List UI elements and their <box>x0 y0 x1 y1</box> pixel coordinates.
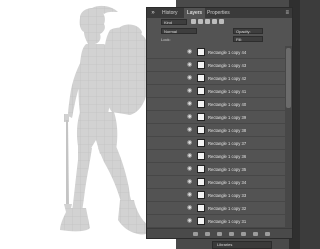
layer-name: Rectangle 1 copy 38 <box>208 128 247 133</box>
layer-row[interactable]: ◉ Rectangle 1 copy 44 <box>147 46 285 59</box>
layer-row[interactable]: ◉ Rectangle 1 copy 39 <box>147 111 285 124</box>
layer-thumbnail <box>197 204 205 212</box>
layer-name: Rectangle 1 copy 44 <box>208 50 247 55</box>
layer-thumbnail <box>197 87 205 95</box>
layer-thumbnail <box>197 139 205 147</box>
layer-name: Rectangle 1 copy 39 <box>208 115 247 120</box>
image-filter-icon[interactable] <box>191 19 196 24</box>
layer-row[interactable]: ◉ Rectangle 1 copy 42 <box>147 72 285 85</box>
type-filter-icon[interactable] <box>205 19 210 24</box>
add-mask-icon[interactable] <box>217 232 222 236</box>
filter-kind-select[interactable]: Kind <box>161 19 187 25</box>
layer-name: Rectangle 1 copy 34 <box>208 180 247 185</box>
new-layer-icon[interactable] <box>253 232 258 236</box>
eye-icon[interactable]: ◉ <box>187 114 193 120</box>
layers-list: ◉ Rectangle 1 copy 44 ◉ Rectangle 1 copy 4… <box>147 46 285 228</box>
eye-icon[interactable]: ◉ <box>187 140 193 146</box>
libraries-panel-tab[interactable]: Libraries <box>212 241 272 249</box>
layer-name: Rectangle 1 copy 35 <box>208 167 247 172</box>
eye-icon[interactable]: ◉ <box>187 62 193 68</box>
eye-icon[interactable]: ◉ <box>187 127 193 133</box>
lock-row: Lock: Fill: <box>147 36 292 43</box>
link-layers-icon[interactable] <box>193 232 198 236</box>
layer-name: Rectangle 1 copy 37 <box>208 141 247 146</box>
opacity-field[interactable]: Opacity: <box>233 28 263 34</box>
layer-row[interactable]: ◉ Rectangle 1 copy 34 <box>147 176 285 189</box>
layer-row[interactable]: ◉ Rectangle 1 copy 43 <box>147 59 285 72</box>
menu-icon[interactable]: ≡ <box>285 9 289 17</box>
layer-row[interactable]: ◉ Rectangle 1 copy 40 <box>147 98 285 111</box>
adjustment-layer-icon[interactable] <box>229 232 234 236</box>
layer-thumbnail <box>197 100 205 108</box>
layer-row[interactable]: ◉ Rectangle 1 copy 35 <box>147 163 285 176</box>
eye-icon[interactable]: ◉ <box>187 179 193 185</box>
eye-icon[interactable]: ◉ <box>187 88 193 94</box>
panel-footer <box>147 228 292 238</box>
tab-layers[interactable]: Layers <box>184 8 206 18</box>
eye-icon[interactable]: ◉ <box>187 166 193 172</box>
layer-row[interactable]: ◉ Rectangle 1 copy 32 <box>147 202 285 215</box>
layer-thumbnail <box>197 152 205 160</box>
adjustment-filter-icon[interactable] <box>198 19 203 24</box>
layers-panel: » History Layers Properties ≡ Kind Norma… <box>146 7 293 239</box>
layer-thumbnail <box>197 191 205 199</box>
layer-name: Rectangle 1 copy 31 <box>208 219 247 224</box>
layer-thumbnail <box>197 178 205 186</box>
layer-name: Rectangle 1 copy 41 <box>208 89 247 94</box>
tab-properties[interactable]: Properties <box>204 8 233 18</box>
tab-history[interactable]: History <box>159 8 181 18</box>
scroll-thumb[interactable] <box>286 48 291 108</box>
layer-thumbnail <box>197 61 205 69</box>
panel-header: » History Layers Properties ≡ <box>147 8 292 18</box>
layer-name: Rectangle 1 copy 40 <box>208 102 247 107</box>
layer-thumbnail <box>197 48 205 56</box>
filter-row: Kind <box>147 18 292 27</box>
layer-name: Rectangle 1 copy 42 <box>208 76 247 81</box>
shape-filter-icon[interactable] <box>212 19 217 24</box>
layer-thumbnail <box>197 126 205 134</box>
eye-icon[interactable]: ◉ <box>187 153 193 159</box>
layer-row[interactable]: ◉ Rectangle 1 copy 41 <box>147 85 285 98</box>
eye-icon[interactable]: ◉ <box>187 49 193 55</box>
layer-row[interactable]: ◉ Rectangle 1 copy 37 <box>147 137 285 150</box>
layer-row[interactable]: ◉ Rectangle 1 copy 36 <box>147 150 285 163</box>
layer-thumbnail <box>197 74 205 82</box>
layer-name: Rectangle 1 copy 32 <box>208 206 247 211</box>
eye-icon[interactable]: ◉ <box>187 205 193 211</box>
eye-icon[interactable]: ◉ <box>187 101 193 107</box>
double-chevron-icon[interactable]: » <box>149 9 157 17</box>
layer-row[interactable]: ◉ Rectangle 1 copy 33 <box>147 189 285 202</box>
smart-object-filter-icon[interactable] <box>219 19 224 24</box>
eye-icon[interactable]: ◉ <box>187 75 193 81</box>
layer-style-icon[interactable] <box>205 232 210 236</box>
layer-name: Rectangle 1 copy 43 <box>208 63 247 68</box>
fill-field[interactable]: Fill: <box>233 36 263 42</box>
layer-thumbnail <box>197 217 205 225</box>
layer-row[interactable]: ◉ Rectangle 1 copy 38 <box>147 124 285 137</box>
layers-scrollbar[interactable] <box>285 46 292 234</box>
layer-name: Rectangle 1 copy 33 <box>208 193 247 198</box>
layer-row[interactable]: ◉ Rectangle 1 copy 31 <box>147 215 285 228</box>
eye-icon[interactable]: ◉ <box>187 218 193 224</box>
layer-thumbnail <box>197 165 205 173</box>
blend-row: Normal Opacity: <box>147 28 292 35</box>
layer-name: Rectangle 1 copy 36 <box>208 154 247 159</box>
layer-thumbnail <box>197 113 205 121</box>
eye-icon[interactable]: ◉ <box>187 192 193 198</box>
new-group-icon[interactable] <box>241 232 246 236</box>
lock-label: Lock: <box>161 37 171 42</box>
blend-mode-select[interactable]: Normal <box>161 28 197 34</box>
trash-icon[interactable] <box>265 232 270 236</box>
